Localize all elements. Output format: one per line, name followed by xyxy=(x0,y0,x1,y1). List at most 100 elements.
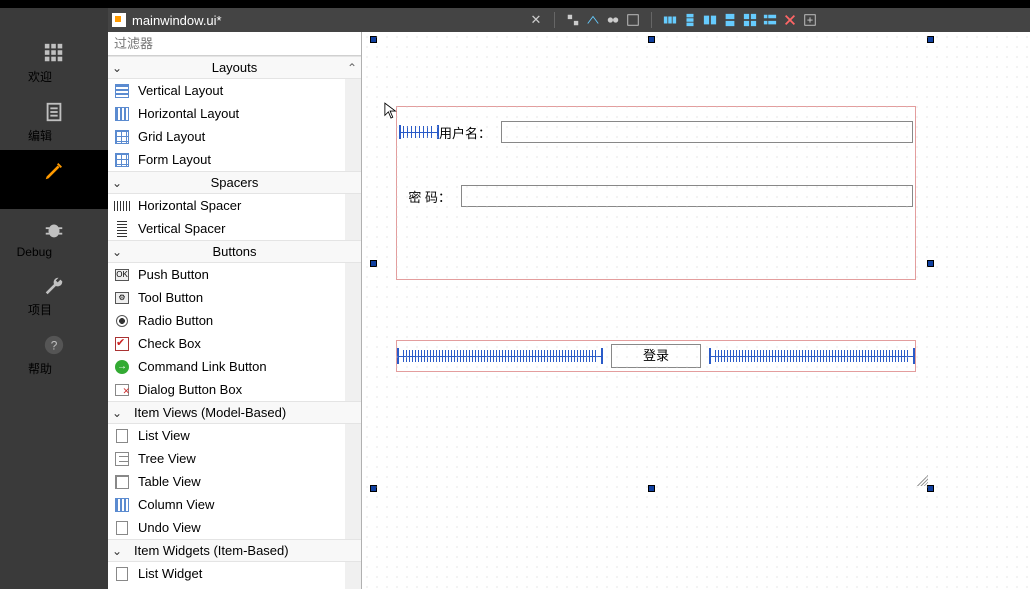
group-spacers-header[interactable]: ⌄ Spacers xyxy=(108,171,361,194)
button-layout[interactable]: 登录 xyxy=(396,340,916,372)
svg-text:?: ? xyxy=(51,339,58,353)
resize-handle-bm[interactable] xyxy=(648,485,655,492)
widget-vertical-spacer[interactable]: Vertical Spacer xyxy=(108,217,361,240)
widget-push-button[interactable]: OKPush Button xyxy=(108,263,361,286)
layout-v-icon[interactable] xyxy=(682,12,698,28)
widget-filter[interactable] xyxy=(108,32,361,56)
resize-handle-br[interactable] xyxy=(927,485,934,492)
horizontal-spacer-left[interactable] xyxy=(397,348,603,364)
mode-help[interactable]: ? 帮助 xyxy=(0,324,108,383)
widget-tree-view[interactable]: Tree View xyxy=(108,447,361,470)
mode-project[interactable]: 项目 xyxy=(0,265,108,324)
widget-radio-button[interactable]: Radio Button xyxy=(108,309,361,332)
widget-grid-layout[interactable]: Grid Layout xyxy=(108,125,361,148)
signals-slots-icon[interactable] xyxy=(585,12,601,28)
layout-grid-icon[interactable] xyxy=(742,12,758,28)
username-input[interactable] xyxy=(501,121,913,143)
widget-label: Command Link Button xyxy=(138,359,267,374)
widget-list-widget[interactable]: List Widget xyxy=(108,562,361,585)
widgetbox-scrollbar[interactable] xyxy=(345,56,361,589)
resize-handle-tr[interactable] xyxy=(927,36,934,43)
layout-hsplit-icon[interactable] xyxy=(702,12,718,28)
widget-label: Form Layout xyxy=(138,152,211,167)
resize-handle-ml[interactable] xyxy=(370,260,377,267)
layout-vsplit-icon[interactable] xyxy=(722,12,738,28)
mode-welcome[interactable]: 欢迎 xyxy=(0,32,108,91)
widget-command-link[interactable]: → Command Link Button xyxy=(108,355,361,378)
group-itemwidgets-label: Item Widgets (Item-Based) xyxy=(126,543,361,558)
horizontal-spacer-right[interactable] xyxy=(709,348,915,364)
vlayout-icon xyxy=(112,82,132,100)
columnview-icon xyxy=(112,496,132,514)
widget-check-box[interactable]: Check Box xyxy=(108,332,361,355)
group-itemviews-header[interactable]: ⌄ Item Views (Model-Based) xyxy=(108,401,361,424)
listwidget-icon xyxy=(112,565,132,583)
login-button[interactable]: 登录 xyxy=(611,344,701,368)
widget-label: Tree View xyxy=(138,451,196,466)
resize-handle-tl[interactable] xyxy=(370,36,377,43)
collapse-up-icon[interactable]: ⌃ xyxy=(347,61,357,75)
group-layouts-label: Layouts xyxy=(126,60,361,75)
layout-h-icon[interactable] xyxy=(662,12,678,28)
mode-design-label: 设计 xyxy=(0,186,52,203)
break-layout-icon[interactable] xyxy=(782,12,798,28)
tableview-icon xyxy=(112,473,132,491)
widget-column-view[interactable]: Column View xyxy=(108,493,361,516)
mode-welcome-label: 欢迎 xyxy=(0,68,52,85)
widget-label: List Widget xyxy=(138,566,202,581)
widget-dialog-button-box[interactable]: Dialog Button Box xyxy=(108,378,361,401)
widget-tool-button[interactable]: ⚙Tool Button xyxy=(108,286,361,309)
undoview-icon xyxy=(112,519,132,537)
checkbox-icon xyxy=(112,335,132,353)
widget-horizontal-layout[interactable]: Horizontal Layout xyxy=(108,102,361,125)
mode-help-label: 帮助 xyxy=(0,360,52,377)
mode-design[interactable]: 设计 xyxy=(0,150,108,209)
document-title[interactable]: mainwindow.ui* xyxy=(132,13,222,28)
layout-form-icon[interactable] xyxy=(762,12,778,28)
widget-horizontal-spacer[interactable]: Horizontal Spacer xyxy=(108,194,361,217)
mode-debug[interactable]: Debug xyxy=(0,209,108,265)
password-label[interactable]: 密 码： xyxy=(399,187,451,206)
radio-icon xyxy=(112,312,132,330)
form-layout[interactable]: 用户名： 密 码： xyxy=(396,106,916,280)
resize-handle-bl[interactable] xyxy=(370,485,377,492)
resize-handle-mr[interactable] xyxy=(927,260,934,267)
widget-label: Horizontal Spacer xyxy=(138,198,241,213)
widget-label: Table View xyxy=(138,474,201,489)
widget-filter-input[interactable] xyxy=(114,34,355,53)
group-itemviews-label: Item Views (Model-Based) xyxy=(126,405,361,420)
widget-label: Radio Button xyxy=(138,313,213,328)
document-icon xyxy=(43,101,65,123)
adjust-size-icon[interactable] xyxy=(802,12,818,28)
group-layouts-header[interactable]: ⌄ Layouts ⌃ xyxy=(108,56,361,79)
password-input[interactable] xyxy=(461,185,913,207)
widget-label: Vertical Spacer xyxy=(138,221,225,236)
group-buttons-header[interactable]: ⌄ Buttons xyxy=(108,240,361,263)
widget-form-layout[interactable]: Form Layout xyxy=(108,148,361,171)
commandlink-icon: → xyxy=(112,358,132,376)
username-label[interactable]: 用户名： xyxy=(439,123,491,142)
mode-edit[interactable]: 编辑 xyxy=(0,91,108,150)
widget-undo-view[interactable]: Undo View xyxy=(108,516,361,539)
widget-box: ⌄ Layouts ⌃ Vertical Layout Horizontal L… xyxy=(108,32,362,589)
widget-vertical-layout[interactable]: Vertical Layout xyxy=(108,79,361,102)
buddies-icon[interactable] xyxy=(605,12,621,28)
size-grip-icon[interactable] xyxy=(914,472,928,486)
widget-list-view[interactable]: List View xyxy=(108,424,361,447)
close-doc-icon[interactable]: ✕ xyxy=(528,12,544,28)
design-canvas[interactable]: 用户名： 密 码： 登录 xyxy=(362,32,1030,589)
group-itemwidgets-header[interactable]: ⌄ Item Widgets (Item-Based) xyxy=(108,539,361,562)
horizontal-spacer[interactable] xyxy=(399,125,439,139)
widget-table-view[interactable]: Table View xyxy=(108,470,361,493)
widget-label: Check Box xyxy=(138,336,201,351)
chevron-down-icon: ⌄ xyxy=(108,406,126,420)
resize-handle-tm[interactable] xyxy=(648,36,655,43)
bug-icon xyxy=(43,219,65,241)
grid-icon xyxy=(43,42,65,64)
menu-bar xyxy=(0,0,1030,8)
chevron-down-icon: ⌄ xyxy=(108,61,126,75)
central-widget[interactable]: 用户名： 密 码： 登录 xyxy=(374,40,930,488)
widget-label: List View xyxy=(138,428,190,443)
edit-widgets-icon[interactable] xyxy=(565,12,581,28)
tab-order-icon[interactable] xyxy=(625,12,641,28)
